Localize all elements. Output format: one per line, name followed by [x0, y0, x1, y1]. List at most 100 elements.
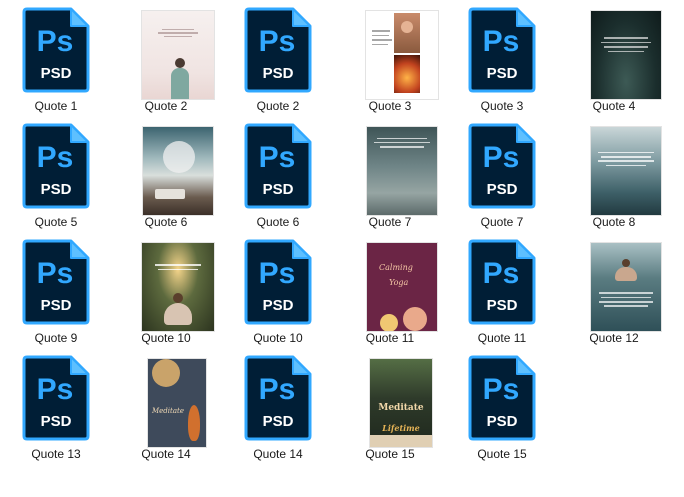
thumbnail-cloud-sky	[143, 127, 213, 215]
psd-badge-text: PSD	[487, 65, 518, 82]
file-thumbnail	[110, 238, 222, 331]
file-name-label: Quote 6	[144, 215, 188, 229]
ps-logo-text: Ps	[37, 25, 74, 58]
psd-file-item[interactable]: Ps PSD Quote 7	[446, 122, 558, 238]
ps-logo-text: Ps	[259, 141, 296, 174]
image-file-item[interactable]: Meditate Lifetime Quote 15	[334, 354, 446, 470]
thumb-text-meditate: Meditate	[378, 403, 424, 413]
photoshop-file-icon: Ps PSD	[244, 355, 312, 441]
photoshop-file-icon: Ps PSD	[244, 239, 312, 325]
file-name-label: Quote 11	[477, 331, 527, 345]
file-thumbnail: Calming Yoga	[334, 238, 446, 331]
psd-badge-text: PSD	[487, 297, 518, 314]
ps-logo-text: Ps	[259, 373, 296, 406]
image-file-item[interactable]: Quote 6	[110, 122, 222, 238]
psd-file-item[interactable]: Ps PSD Quote 10	[222, 238, 334, 354]
psd-file-item[interactable]: Ps PSD Quote 13	[0, 354, 112, 470]
psd-badge-text: PSD	[487, 181, 518, 198]
image-file-item[interactable]: Quote 10	[110, 238, 222, 354]
file-name-label: Quote 7	[368, 215, 412, 229]
psd-file-item[interactable]: Ps PSD Quote 3	[446, 6, 558, 122]
file-name-label: Quote 2	[144, 99, 188, 113]
file-name-label: Quote 10	[141, 331, 191, 345]
file-name-label: Quote 13	[31, 447, 81, 461]
photoshop-file-icon: Ps PSD	[468, 7, 536, 93]
photoshop-file-icon: Ps PSD	[468, 355, 536, 441]
file-thumbnail: Ps PSD	[446, 354, 558, 446]
file-name-label: Quote 3	[480, 99, 524, 113]
file-thumbnail: Ps PSD	[0, 238, 112, 330]
psd-badge-text: PSD	[263, 413, 294, 430]
ps-logo-text: Ps	[483, 373, 520, 406]
file-name-label: Quote 15	[365, 447, 415, 461]
psd-badge-text: PSD	[263, 181, 294, 198]
psd-file-item[interactable]: Ps PSD Quote 14	[222, 354, 334, 470]
file-thumbnail: Meditate Lifetime	[334, 354, 446, 447]
thumbnail-meditate-orange: Meditate	[148, 359, 206, 447]
psd-file-item[interactable]: Ps PSD Quote 1	[0, 6, 112, 122]
file-thumbnail	[558, 6, 670, 99]
image-file-item[interactable]: Quote 4	[558, 6, 670, 122]
thumbnail-ocean-teal	[591, 127, 661, 215]
thumbnail-water-grey	[367, 127, 437, 215]
file-thumbnail: Ps PSD	[222, 354, 334, 446]
thumbnail-candles-collage	[366, 11, 438, 99]
thumb-text-lifetime: Lifetime	[382, 423, 420, 433]
file-name-label: Quote 14	[141, 447, 191, 461]
psd-badge-text: PSD	[41, 181, 72, 198]
image-file-item[interactable]: Quote 3	[334, 6, 446, 122]
photoshop-file-icon: Ps PSD	[22, 123, 90, 209]
ps-logo-text: Ps	[37, 141, 74, 174]
file-thumbnail: Ps PSD	[222, 122, 334, 214]
file-grid: Ps PSD Quote 1 Quote 2 Ps PSD Quote 2 Quote 3 Ps…	[0, 0, 684, 497]
image-file-item[interactable]: Quote 2	[110, 6, 222, 122]
thumb-text-calming: Calming	[379, 263, 413, 272]
file-name-label: Quote 5	[34, 215, 78, 229]
ps-logo-text: Ps	[483, 25, 520, 58]
psd-badge-text: PSD	[41, 65, 72, 82]
thumbnail-lifetime-green: Meditate Lifetime	[370, 359, 432, 447]
thumbnail-dark-green	[591, 11, 661, 99]
file-thumbnail: Ps PSD	[0, 354, 112, 446]
thumb-text-meditate-script: Meditate	[152, 407, 184, 415]
ps-logo-text: Ps	[37, 373, 74, 406]
image-file-item[interactable]: Quote 7	[334, 122, 446, 238]
file-thumbnail: Ps PSD	[222, 6, 334, 98]
thumb-text-yoga: Yoga	[389, 278, 409, 287]
photoshop-file-icon: Ps PSD	[244, 7, 312, 93]
psd-file-item[interactable]: Ps PSD Quote 2	[222, 6, 334, 122]
psd-badge-text: PSD	[263, 65, 294, 82]
image-file-item[interactable]: Quote 12	[558, 238, 670, 354]
psd-file-item[interactable]: Ps PSD Quote 6	[222, 122, 334, 238]
file-name-label: Quote 11	[365, 331, 415, 345]
file-name-label: Quote 3	[368, 99, 412, 113]
psd-file-item[interactable]: Ps PSD Quote 5	[0, 122, 112, 238]
file-name-label: Quote 4	[592, 99, 636, 113]
psd-file-item[interactable]: Ps PSD Quote 15	[446, 354, 558, 470]
image-file-item[interactable]: Quote 8	[558, 122, 670, 238]
file-thumbnail: Ps PSD	[446, 238, 558, 330]
psd-badge-text: PSD	[487, 413, 518, 430]
thumbnail-teal-yoga	[591, 243, 661, 331]
file-name-label: Quote 15	[477, 447, 527, 461]
file-name-label: Quote 9	[34, 331, 78, 345]
psd-file-item[interactable]: Ps PSD Quote 11	[446, 238, 558, 354]
ps-logo-text: Ps	[259, 25, 296, 58]
photoshop-file-icon: Ps PSD	[244, 123, 312, 209]
photoshop-file-icon: Ps PSD	[22, 7, 90, 93]
ps-logo-text: Ps	[483, 141, 520, 174]
file-thumbnail: Ps PSD	[0, 122, 112, 214]
file-name-label: Quote 8	[592, 215, 636, 229]
image-file-item[interactable]: Calming Yoga Quote 11	[334, 238, 446, 354]
file-name-label: Quote 10	[253, 331, 303, 345]
image-file-item[interactable]: Meditate Quote 14	[110, 354, 222, 470]
file-thumbnail	[110, 6, 222, 99]
file-thumbnail: Ps PSD	[0, 6, 112, 98]
file-thumbnail	[558, 122, 670, 215]
psd-badge-text: PSD	[41, 413, 72, 430]
file-thumbnail	[334, 6, 446, 99]
photoshop-file-icon: Ps PSD	[22, 355, 90, 441]
thumbnail-yoga-forest	[142, 243, 214, 331]
psd-file-item[interactable]: Ps PSD Quote 9	[0, 238, 112, 354]
thumbnail-woman-pink	[142, 11, 214, 99]
